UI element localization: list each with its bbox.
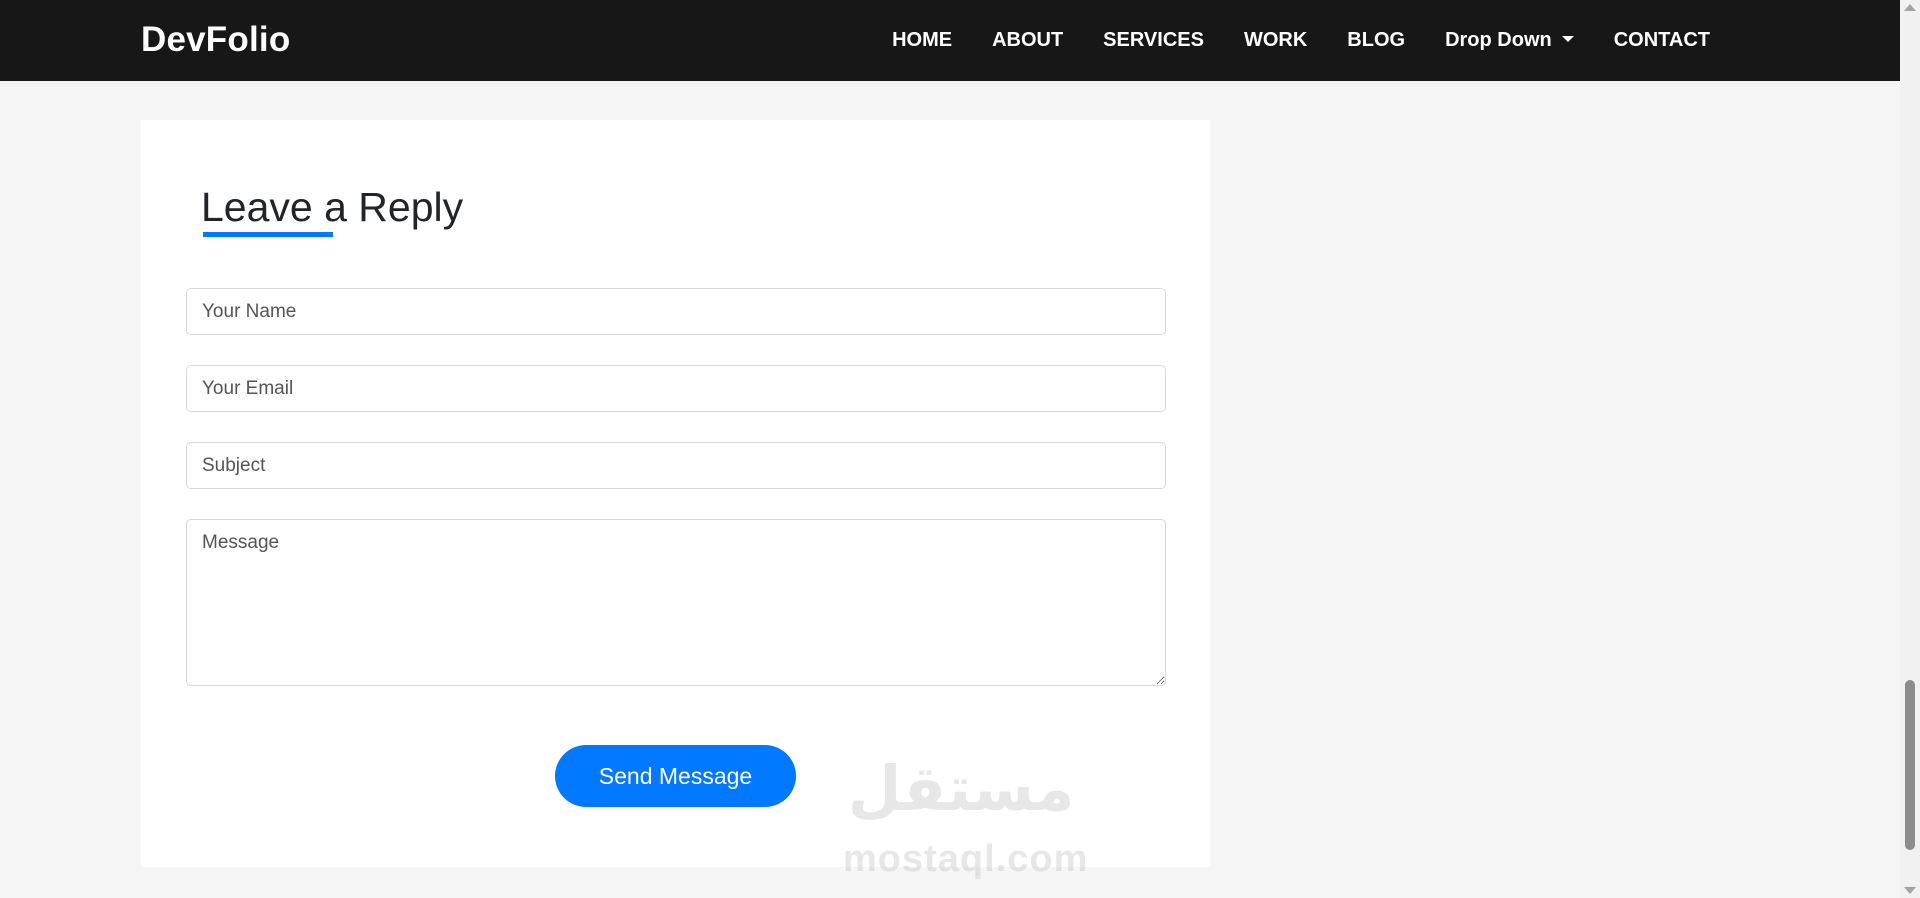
main-nav: HOME ABOUT SERVICES WORK BLOG Drop Down … bbox=[872, 0, 1730, 81]
scroll-down-arrow-icon[interactable] bbox=[1904, 887, 1916, 894]
scrollbar-thumb[interactable] bbox=[1905, 680, 1915, 850]
send-message-button[interactable]: Send Message bbox=[555, 745, 796, 807]
nav-item-label: HOME bbox=[892, 29, 953, 51]
nav-item-services[interactable]: SERVICES bbox=[1083, 0, 1224, 81]
nav-item-blog[interactable]: BLOG bbox=[1327, 0, 1425, 81]
nav-item-label: BLOG bbox=[1347, 29, 1406, 51]
nav-item-label: SERVICES bbox=[1103, 29, 1204, 51]
message-textarea[interactable] bbox=[186, 519, 1166, 686]
page: DevFolio HOME ABOUT SERVICES WORK BLOG D… bbox=[0, 0, 1920, 898]
vertical-scrollbar[interactable] bbox=[1900, 0, 1920, 898]
title-underline bbox=[203, 232, 333, 237]
nav-item-contact[interactable]: CONTACT bbox=[1594, 0, 1730, 81]
email-input[interactable] bbox=[186, 365, 1166, 412]
subject-input[interactable] bbox=[186, 442, 1166, 489]
caret-down-icon bbox=[1561, 35, 1574, 42]
nav-item-about[interactable]: ABOUT bbox=[972, 0, 1083, 81]
nav-item-label: CONTACT bbox=[1613, 29, 1710, 51]
nav-item-label: ABOUT bbox=[992, 29, 1064, 51]
form-title: Leave a Reply bbox=[201, 184, 464, 230]
nav-item-dropdown[interactable]: Drop Down bbox=[1425, 0, 1594, 81]
nav-item-work[interactable]: WORK bbox=[1224, 0, 1327, 81]
name-input[interactable] bbox=[186, 288, 1166, 335]
reply-form-card: Leave a Reply Send Message bbox=[141, 120, 1210, 867]
nav-item-label: Drop Down bbox=[1445, 29, 1552, 51]
brand-logo[interactable]: DevFolio bbox=[141, 18, 290, 62]
navbar: DevFolio HOME ABOUT SERVICES WORK BLOG D… bbox=[0, 0, 1900, 81]
scroll-up-arrow-icon[interactable] bbox=[1904, 4, 1916, 11]
nav-item-home[interactable]: HOME bbox=[872, 0, 972, 81]
nav-item-label: WORK bbox=[1243, 29, 1308, 51]
